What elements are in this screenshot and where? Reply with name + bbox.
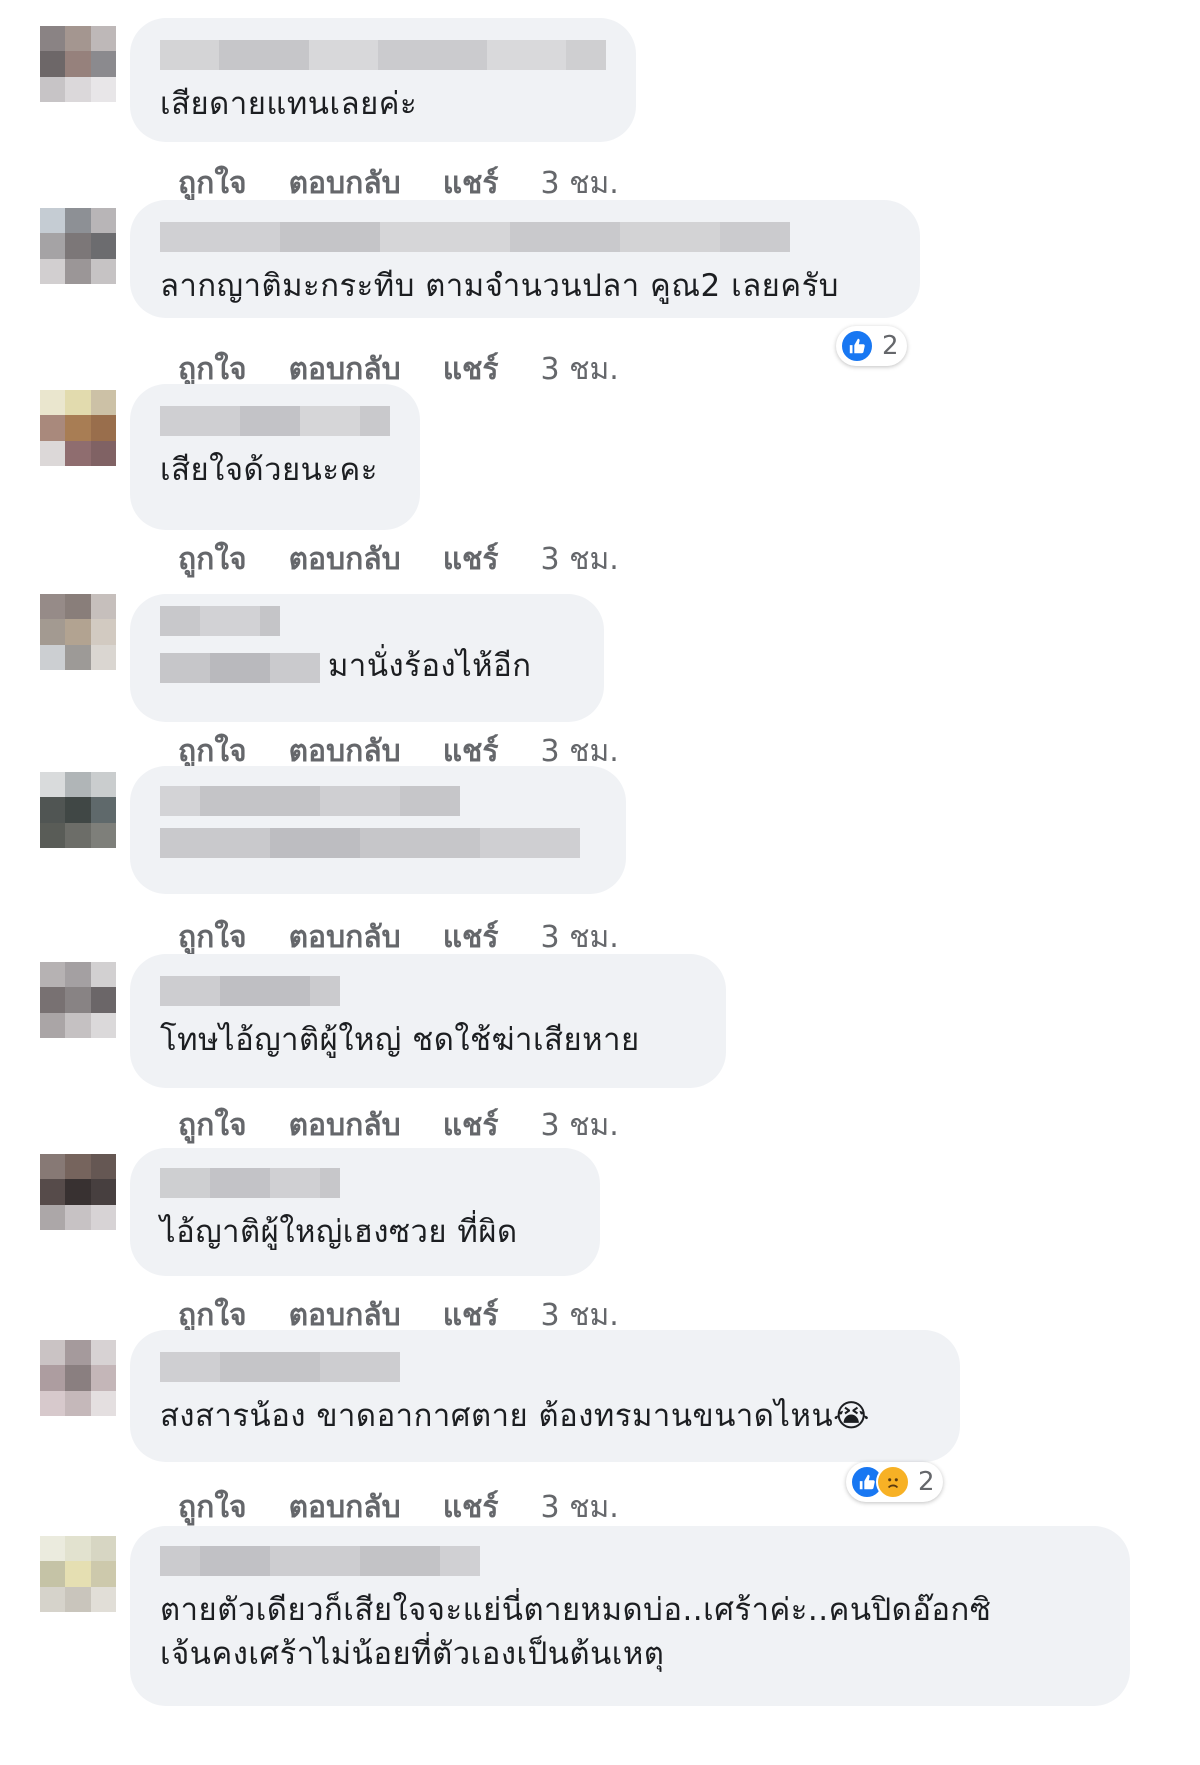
comment-text-line2: เจ้นคงเศร้าไม่น้อยที่ตัวเองเป็นต้นเหตุ — [160, 1636, 665, 1672]
like-link[interactable]: ถูกใจ — [178, 1484, 247, 1531]
comment-text: ไอ้ญาติผู้ใหญ่เฮงซวย ที่ผิด — [160, 1214, 518, 1250]
share-link[interactable]: แชร์ — [443, 346, 499, 393]
comment-item: ถูกใจ ตอบกลับ แชร์ 3 ชม. — [0, 766, 1200, 955]
author-name-pixelated[interactable] — [160, 222, 890, 252]
comment-item: ลากญาติมะกระทีบ ตามจำนวนปลา คูณ2 เลยครับ… — [0, 200, 1200, 388]
avatar[interactable] — [40, 1536, 116, 1612]
comment-bubble: ตายตัวเดียวก็เสียใจจะแย่นี่ตายหมดบ่อ..เศ… — [130, 1526, 1130, 1706]
reaction-summary[interactable]: 2 — [836, 326, 907, 366]
comment-item: ไอ้ญาติผู้ใหญ่เฮงซวย ที่ผิด ถูกใจ ตอบกลั… — [0, 1148, 1200, 1333]
comment-text-pixelated — [160, 828, 596, 858]
avatar[interactable] — [40, 26, 116, 102]
timestamp[interactable]: 3 ชม. — [541, 536, 619, 583]
comment-text: โทษไอ้ญาติผู้ใหญ่ ชดใช้ฆ่าเสียหาย — [160, 1022, 640, 1058]
author-name-pixelated[interactable] — [160, 786, 596, 816]
share-link[interactable]: แชร์ — [443, 536, 499, 583]
comment-bubble: สงสารน้อง ขาดอากาศตาย ต้องทรมานขนาดไหน😭 — [130, 1330, 960, 1462]
reaction-count: 2 — [918, 1467, 935, 1497]
avatar[interactable] — [40, 594, 116, 670]
like-icon — [840, 329, 874, 363]
reaction-count: 2 — [882, 331, 899, 361]
comment-text: สงสารน้อง ขาดอากาศตาย ต้องทรมานขนาดไหน😭 — [160, 1398, 870, 1434]
comment-item: เสียใจด้วยนะคะ ถูกใจ ตอบกลับ แชร์ 3 ชม. — [0, 384, 1200, 577]
comment-item: มานั่งร้องไห้อีก ถูกใจ ตอบกลับ แชร์ 3 ชม… — [0, 594, 1200, 769]
like-link[interactable]: ถูกใจ — [178, 536, 247, 583]
comment-text-line: มานั่งร้องไห้อีก — [160, 644, 574, 688]
comment-bubble: ลากญาติมะกระทีบ ตามจำนวนปลา คูณ2 เลยครับ — [130, 200, 920, 318]
timestamp[interactable]: 3 ชม. — [541, 346, 619, 393]
comment-actions: ถูกใจ ตอบกลับ แชร์ 3 ชม. — [178, 1102, 619, 1149]
timestamp[interactable]: 3 ชม. — [541, 1484, 619, 1531]
comment-bubble: โทษไอ้ญาติผู้ใหญ่ ชดใช้ฆ่าเสียหาย — [130, 954, 726, 1088]
author-name-pixelated[interactable] — [160, 1168, 570, 1198]
author-name-pixelated[interactable] — [160, 40, 606, 70]
comment-item: สงสารน้อง ขาดอากาศตาย ต้องทรมานขนาดไหน😭 … — [0, 1330, 1200, 1525]
avatar[interactable] — [40, 772, 116, 848]
comment-bubble: เสียใจด้วยนะคะ — [130, 384, 420, 530]
comment-bubble: เสียดายแทนเลยค่ะ — [130, 18, 636, 142]
reply-link[interactable]: ตอบกลับ — [289, 1102, 401, 1149]
comment-text: เสียใจด้วยนะคะ — [160, 452, 378, 488]
comment-text: ตายตัวเดียวก็เสียใจจะแย่นี่ตายหมดบ่อ..เศ… — [160, 1592, 992, 1628]
timestamp[interactable]: 3 ชม. — [541, 1102, 619, 1149]
reaction-summary[interactable]: 2 — [846, 1462, 943, 1502]
comment-bubble — [130, 766, 626, 894]
author-name-pixelated[interactable] — [160, 976, 696, 1006]
author-name-pixelated[interactable] — [160, 406, 390, 436]
comment-actions: ถูกใจ ตอบกลับ แชร์ 3 ชม. — [178, 536, 619, 583]
avatar[interactable] — [40, 208, 116, 284]
share-link[interactable]: แชร์ — [443, 1484, 499, 1531]
comment-bubble: ไอ้ญาติผู้ใหญ่เฮงซวย ที่ผิด — [130, 1148, 600, 1276]
author-name-pixelated[interactable] — [160, 1352, 930, 1382]
comment-item: ตายตัวเดียวก็เสียใจจะแย่นี่ตายหมดบ่อ..เศ… — [0, 1526, 1200, 1761]
reply-link[interactable]: ตอบกลับ — [289, 1484, 401, 1531]
avatar[interactable] — [40, 390, 116, 466]
comment-text: ลากญาติมะกระทีบ ตามจำนวนปลา คูณ2 เลยครับ — [160, 268, 839, 304]
mention-pixelated[interactable] — [160, 652, 320, 683]
sad-icon — [876, 1465, 910, 1499]
share-link[interactable]: แชร์ — [443, 1102, 499, 1149]
reply-link[interactable]: ตอบกลับ — [289, 536, 401, 583]
comment-text: มานั่งร้องไห้อีก — [328, 648, 532, 684]
avatar[interactable] — [40, 1340, 116, 1416]
comment-actions: ถูกใจ ตอบกลับ แชร์ 3 ชม. — [178, 1484, 619, 1531]
like-link[interactable]: ถูกใจ — [178, 1102, 247, 1149]
avatar[interactable] — [40, 1154, 116, 1230]
author-name-pixelated[interactable] — [160, 1546, 1100, 1576]
comment-text: เสียดายแทนเลยค่ะ — [160, 86, 418, 122]
comment-item: เสียดายแทนเลยค่ะ ถูกใจ ตอบกลับ แชร์ 3 ชม… — [0, 18, 1200, 201]
comment-bubble: มานั่งร้องไห้อีก — [130, 594, 604, 722]
avatar[interactable] — [40, 962, 116, 1038]
author-name-pixelated[interactable] — [160, 606, 574, 636]
comment-item: โทษไอ้ญาติผู้ใหญ่ ชดใช้ฆ่าเสียหาย ถูกใจ … — [0, 954, 1200, 1143]
